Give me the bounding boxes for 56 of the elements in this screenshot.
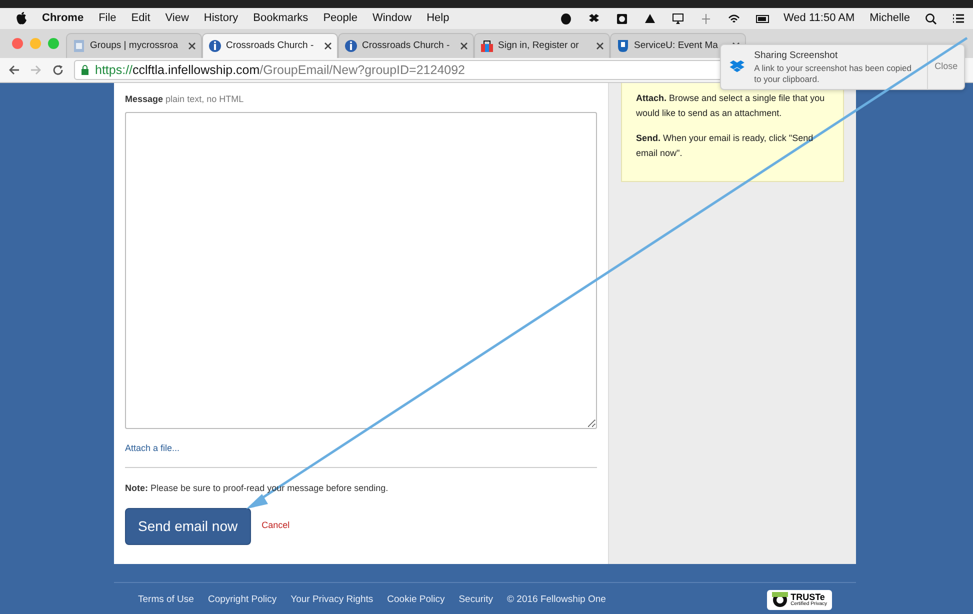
menu-item[interactable]: Chrome (42, 10, 84, 27)
wifi-icon[interactable] (728, 12, 740, 24)
browser-tab[interactable]: Crossroads Church - (338, 33, 474, 58)
display-icon[interactable] (672, 12, 684, 24)
cross-icon[interactable] (700, 12, 712, 24)
battery-icon[interactable] (756, 12, 768, 24)
menu-item[interactable]: People (323, 10, 358, 27)
copyright-text: © 2016 Fellowship One (507, 592, 606, 607)
url-text: https://cclftla.infellowship.com/GroupEmail/New?groupID=2124092 (95, 62, 466, 79)
cancel-link[interactable]: Cancel (262, 519, 290, 533)
document-icon (72, 39, 86, 53)
help-text: Send. When your email is ready, click "Send email now". (636, 132, 814, 160)
menu-item[interactable]: History (204, 10, 238, 27)
close-icon[interactable] (188, 42, 196, 50)
user-name[interactable]: Michelle (870, 10, 910, 27)
clock[interactable]: Wed 11:50 AM (784, 10, 855, 27)
footer-link[interactable]: Cookie Policy (387, 592, 445, 608)
browser-tab[interactable]: Sign in, Register or (474, 33, 610, 58)
back-icon[interactable] (8, 64, 20, 76)
browser-tab[interactable]: Crossroads Church - (202, 33, 338, 58)
info-icon (208, 39, 222, 53)
apple-icon[interactable] (16, 12, 27, 25)
menu-item[interactable]: Help (426, 10, 450, 27)
help-text: Attach. Browse and select a single file that you would like to send as an attachment. (636, 92, 826, 120)
footer-link[interactable]: Your Privacy Rights (290, 592, 374, 608)
info-icon (344, 39, 358, 53)
footer-link[interactable]: Terms of Use (138, 592, 194, 608)
message-field[interactable] (125, 112, 597, 428)
triangle-icon[interactable] (644, 12, 656, 24)
seal-title: TRUSTe (790, 593, 825, 602)
close-button[interactable]: Close (927, 45, 964, 89)
bag-icon (480, 39, 494, 53)
reload-icon[interactable] (52, 64, 64, 76)
attach-link[interactable]: Attach a file... (125, 442, 180, 455)
browser-tab[interactable]: Groups | mycrossroa (66, 33, 202, 58)
shield-icon (616, 39, 630, 53)
browser-tab[interactable]: ServiceU: Event Ma (610, 33, 746, 58)
lock-icon (81, 65, 89, 75)
field-label: Message (125, 94, 164, 104)
close-icon[interactable] (596, 42, 604, 50)
close-icon[interactable] (460, 42, 468, 50)
footer-link[interactable]: Security (458, 592, 494, 608)
menu-icon[interactable] (952, 13, 965, 24)
square-icon[interactable] (616, 12, 628, 24)
menu-item[interactable]: Bookmarks (253, 10, 308, 27)
menu-item[interactable]: View (165, 10, 189, 27)
menu-item[interactable]: Edit (131, 10, 150, 27)
footer-link[interactable]: Copyright Policy (208, 592, 277, 608)
seal-icon (772, 592, 788, 608)
field-hint: plain text, no HTML (166, 94, 244, 104)
send-button[interactable]: Send email now (125, 508, 251, 544)
menu-item[interactable]: Window (372, 10, 412, 27)
menu-item[interactable]: File (98, 10, 116, 27)
close-icon[interactable] (324, 42, 332, 50)
notification-title: Sharing Screenshot (754, 48, 839, 63)
search-icon[interactable] (925, 12, 937, 24)
